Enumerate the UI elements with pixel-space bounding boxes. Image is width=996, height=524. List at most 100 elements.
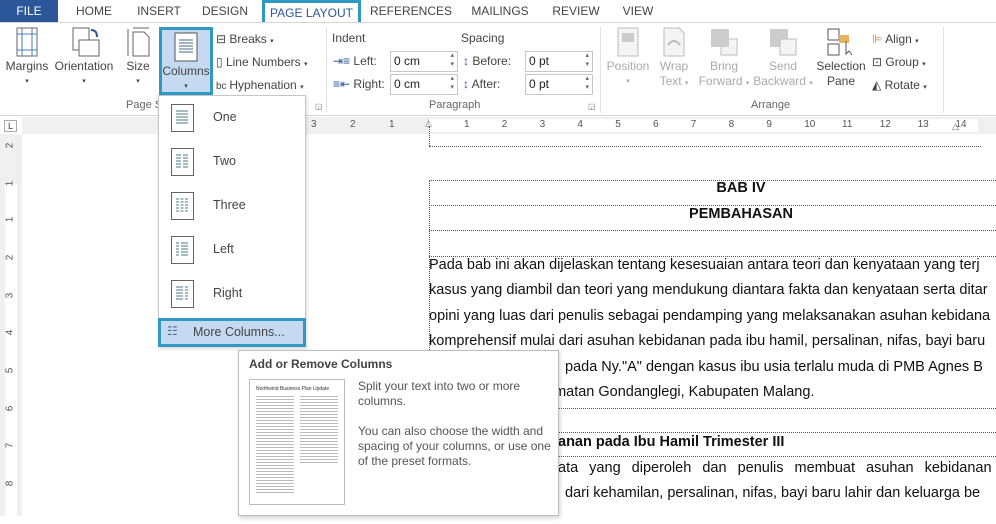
paragraph-line: Pada bab ini akan dijelaskan tentang kes… xyxy=(429,257,980,273)
paragraph-group-label: Paragraph xyxy=(429,99,481,111)
tab-home[interactable]: HOME xyxy=(68,0,120,22)
ruler-number: 11 xyxy=(842,119,853,130)
indent-right-label: ≡⇤ Right: xyxy=(333,77,385,91)
columns-two-icon xyxy=(171,148,194,176)
columns-three-icon xyxy=(171,192,194,220)
ruler-number: 4 xyxy=(4,329,16,336)
line-numbers-button[interactable]: ▯ Line Numbers ▾ xyxy=(216,54,308,73)
hyphenation-button[interactable]: bc Hyphenation ▾ xyxy=(216,77,304,96)
spacing-after-label: ↕ After: xyxy=(463,77,501,91)
columns-option-right[interactable]: Right xyxy=(159,272,305,316)
columns-right-icon xyxy=(171,280,194,308)
wrap-text-button[interactable]: Wrap Text ▾ xyxy=(654,27,694,91)
more-columns-item[interactable]: ☷ More Columns... xyxy=(158,318,306,347)
size-icon xyxy=(127,27,150,57)
tab-view[interactable]: VIEW xyxy=(618,0,658,22)
group-icon: ⊡ xyxy=(872,55,886,69)
ribbon-tab-bar: FILE HOME INSERT DESIGN PAGE LAYOUT REFE… xyxy=(0,0,996,26)
breaks-icon: ⊟ xyxy=(216,32,230,46)
columns-icon xyxy=(174,32,198,62)
tab-insert[interactable]: INSERT xyxy=(132,0,186,22)
group-button[interactable]: ⊡ Group ▾ xyxy=(872,54,926,73)
align-button[interactable]: ⊫ Align ▾ xyxy=(872,31,919,50)
ruler-number: 8 xyxy=(728,119,735,130)
hyphenation-icon: bc xyxy=(216,81,230,92)
ruler-number: 10 xyxy=(804,119,816,130)
wrap-text-icon xyxy=(663,27,685,57)
bring-forward-button[interactable]: Bring Forward ▾ xyxy=(696,27,752,91)
tab-references[interactable]: REFERENCES xyxy=(370,0,452,22)
align-icon: ⊫ xyxy=(872,32,886,46)
page-setup-launcher-icon[interactable]: ◲ xyxy=(315,102,323,111)
position-button[interactable]: Position ▾ xyxy=(604,27,652,89)
right-indent-marker[interactable]: △ xyxy=(952,121,959,132)
tab-design[interactable]: DESIGN xyxy=(198,0,252,22)
selection-pane-button[interactable]: Selection Pane xyxy=(814,27,868,89)
spacing-before-input[interactable]: 0 pt xyxy=(525,51,593,72)
send-backward-icon xyxy=(770,29,797,56)
group-divider xyxy=(600,27,601,113)
columns-option-one[interactable]: One xyxy=(159,96,305,140)
ruler-number: 7 xyxy=(690,119,697,130)
vertical-ruler[interactable]: 2 1 1 2 3 4 5 6 7 8 xyxy=(0,134,22,524)
tooltip-text: You can also choose the width and spacin… xyxy=(358,424,551,468)
columns-option-three[interactable]: Three xyxy=(159,184,305,228)
ruler-number: 13 xyxy=(917,119,929,130)
indent-left-icon: ⇥≡ xyxy=(333,54,351,68)
ruler-number: 12 xyxy=(879,119,891,130)
group-divider xyxy=(326,27,327,113)
breaks-button[interactable]: ⊟ Breaks ▾ xyxy=(216,31,274,50)
ruler-number: 5 xyxy=(4,367,16,374)
ruler-number: 2 xyxy=(501,119,508,130)
heading-pembahasan: PEMBAHASAN xyxy=(689,206,793,222)
arrange-group-label: Arrange xyxy=(751,99,791,111)
margins-icon xyxy=(16,27,38,57)
tab-mailings[interactable]: MAILINGS xyxy=(466,0,534,22)
paragraph-line: ata yang diperoleh dan penulis membuat a… xyxy=(558,460,992,476)
columns-one-icon xyxy=(171,104,194,132)
ruler-number: 4 xyxy=(577,119,583,130)
send-backward-button[interactable]: Send Backward ▾ xyxy=(753,27,813,91)
indent-label: Indent xyxy=(332,31,366,45)
spacing-label: Spacing xyxy=(461,31,505,45)
ruler-number: 2 xyxy=(4,254,16,261)
ruler-number: 8 xyxy=(4,480,16,487)
ruler-number: 1 xyxy=(4,180,16,187)
columns-left-icon xyxy=(171,236,194,264)
ribbon: Margins ▾ Orientation ▾ Size ▾ Columns ▾ ⊟ B… xyxy=(0,22,996,116)
paragraph-line: dari kehamilan, persalinan, nifas, bayi … xyxy=(565,485,981,501)
ruler-number: 3 xyxy=(4,292,16,299)
ruler-number: 1 xyxy=(464,119,470,130)
ruler-number: 6 xyxy=(4,405,16,412)
ruler-number: 9 xyxy=(766,119,772,130)
heading-bab: BAB IV xyxy=(716,180,766,196)
paragraph-line: amatan Gondanglegi, Kabupaten Malang. xyxy=(546,384,815,400)
columns-option-two[interactable]: Two xyxy=(159,140,305,184)
columns-dropdown-menu: One Two Three Left Right ☷ More Columns... xyxy=(158,95,306,347)
tooltip-preview-image: Northwind Business Plan Update xyxy=(249,379,345,505)
ruler-number: 5 xyxy=(615,119,621,130)
tab-stop-selector[interactable]: L xyxy=(4,120,17,132)
paragraph-launcher-icon[interactable]: ◲ xyxy=(588,102,596,111)
indent-left-input[interactable]: 0 cm xyxy=(390,51,458,72)
orientation-button[interactable]: Orientation ▾ xyxy=(52,27,116,89)
columns-option-left[interactable]: Left xyxy=(159,228,305,272)
tab-review[interactable]: REVIEW xyxy=(550,0,602,22)
tooltip-title: Add or Remove Columns xyxy=(249,357,393,371)
columns-button[interactable]: Columns ▾ xyxy=(159,27,213,95)
tooltip-text: Split your text into two or more columns… xyxy=(358,379,521,408)
indent-right-icon: ≡⇤ xyxy=(333,77,351,91)
margins-button[interactable]: Margins ▾ xyxy=(4,27,50,89)
tab-file[interactable]: FILE xyxy=(0,0,58,22)
size-button[interactable]: Size ▾ xyxy=(122,27,154,89)
indent-right-input[interactable]: 0 cm xyxy=(390,74,458,95)
spacing-after-icon: ↕ xyxy=(463,77,469,91)
paragraph-line: pada Ny."A" dengan kasus ibu usia terlal… xyxy=(565,359,983,375)
spacing-after-input[interactable]: 0 pt xyxy=(525,74,593,95)
ruler-number: 3 xyxy=(539,119,546,130)
rotate-button[interactable]: ◭ Rotate ▾ xyxy=(872,77,927,96)
paragraph-line: kasus yang diambil dan teori yang menduk… xyxy=(429,282,988,298)
spacing-before-icon: ↕ xyxy=(463,54,469,68)
more-columns-icon: ☷ xyxy=(167,324,178,338)
group-divider xyxy=(943,27,944,113)
